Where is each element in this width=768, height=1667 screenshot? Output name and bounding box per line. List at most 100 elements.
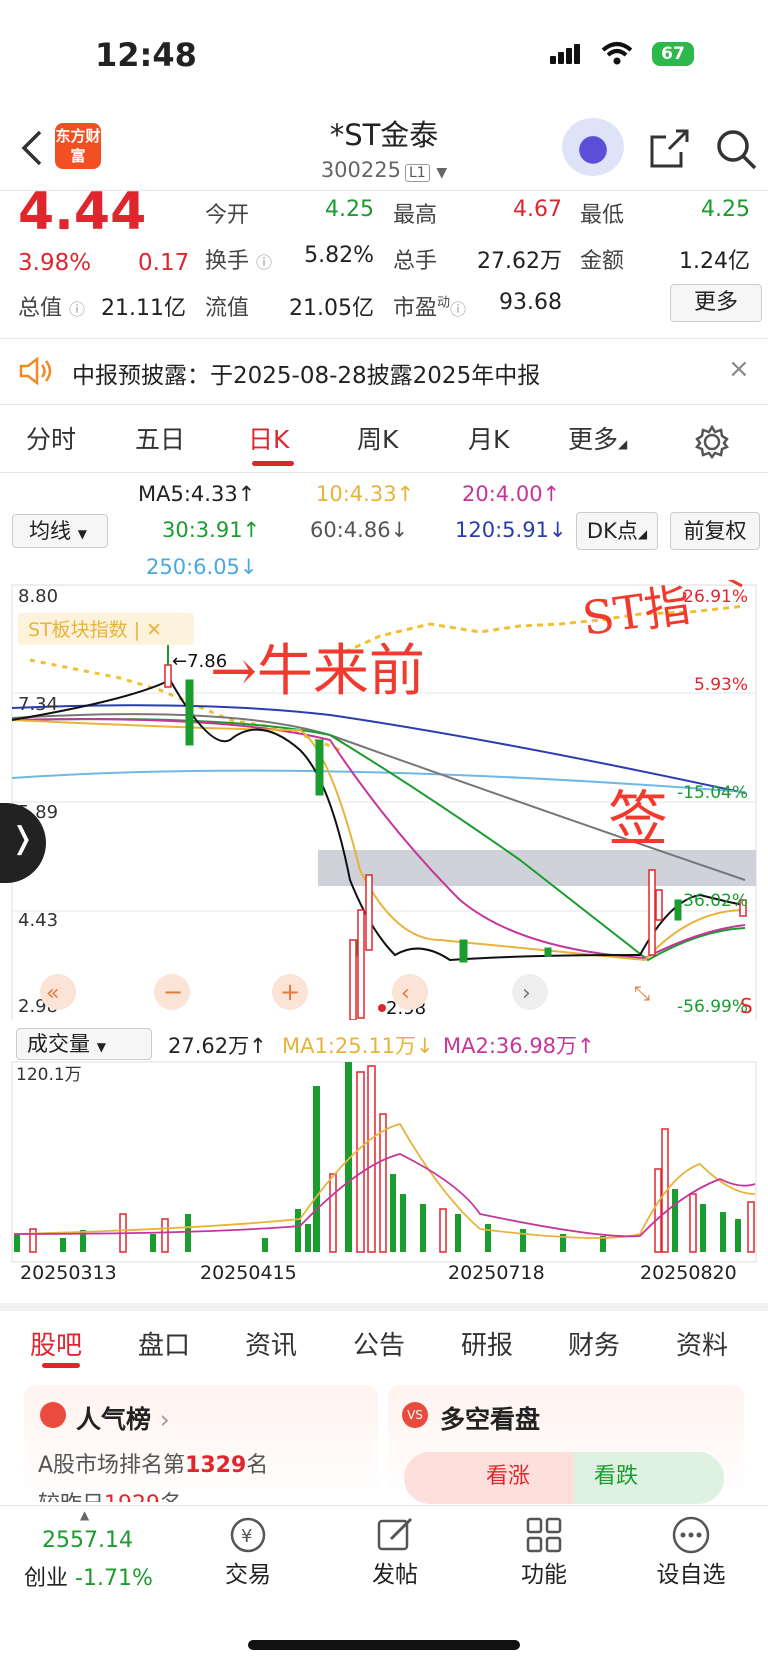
notice-text: 中报预披露：于2025-08-28披露2025年中报	[72, 363, 541, 389]
open-label: 今开	[205, 203, 250, 228]
fullscreen-icon[interactable]: ⤡	[634, 981, 650, 1005]
tab-five-day[interactable]: 五日	[135, 420, 185, 456]
zoom-in-icon[interactable]: +	[280, 978, 300, 1006]
pe-label: 市盈动ⓘ	[393, 295, 467, 321]
rewind-icon[interactable]: «	[46, 981, 59, 1006]
annotation-sign: 签	[608, 785, 668, 855]
ma10-label: 10:4.33↑	[316, 482, 415, 506]
function-grid-icon[interactable]	[524, 1515, 564, 1555]
bull-label: 看涨	[486, 1464, 531, 1489]
ma60-label: 60:4.86↓	[310, 518, 409, 542]
signal-icon	[550, 44, 582, 64]
high-value: 4.67	[513, 197, 562, 222]
post-icon[interactable]	[375, 1515, 417, 1555]
ma5-label: MA5:4.33↑	[138, 482, 256, 506]
tab-underline	[252, 461, 294, 466]
volume-chart[interactable]: 120.1万	[0, 1054, 768, 1264]
low-label: 最低	[580, 203, 625, 228]
index-value[interactable]: 2557.14	[42, 1528, 133, 1553]
sell-marker: S	[740, 994, 753, 1018]
candles	[185, 679, 682, 963]
amount-value: 1.24亿	[679, 249, 750, 274]
date-label-1: 20250415	[200, 1262, 297, 1284]
more-button[interactable]: 更多	[670, 284, 762, 322]
sentiment-title: 多空看盘	[440, 1405, 541, 1434]
volume-value: 27.62万	[477, 249, 562, 274]
y-label-0: 8.80	[18, 586, 58, 607]
dk-button[interactable]: DK点◢	[576, 512, 658, 550]
ma30-label: 30:3.91↑	[162, 518, 261, 542]
search-icon[interactable]	[715, 128, 759, 172]
nav-function[interactable]: 功能	[499, 1555, 589, 1589]
resistance-zone	[318, 850, 756, 886]
chevron-down-icon: ▼	[436, 165, 448, 181]
ma20-label: 20:4.00↑	[462, 482, 561, 506]
volume-max-label: 120.1万	[16, 1065, 82, 1085]
pe-value: 93.68	[499, 290, 562, 315]
scroll-right-icon[interactable]: ›	[522, 981, 531, 1006]
settings-gear-icon[interactable]	[694, 424, 730, 460]
popularity-rank-text: A股市场排名第1329名	[38, 1453, 269, 1478]
share-icon[interactable]	[648, 128, 690, 170]
info-icon: ⓘ	[256, 253, 273, 272]
float-value: 21.05亿	[289, 296, 374, 321]
speaker-icon	[19, 356, 52, 386]
zoom-out-icon[interactable]: −	[163, 978, 183, 1006]
caret-up-icon: ▲	[80, 1508, 90, 1522]
float-label: 流值	[205, 296, 250, 321]
tab-research[interactable]: 研报	[461, 1325, 513, 1362]
tab-forum[interactable]: 股吧	[30, 1325, 82, 1362]
scroll-left-icon[interactable]: ‹	[401, 981, 410, 1006]
stock-code: 300225	[320, 158, 401, 182]
tab-intraday[interactable]: 分时	[26, 420, 76, 456]
level-badge: L1	[404, 164, 430, 182]
change-percent: 3.98%	[18, 250, 92, 276]
tab-orderbook[interactable]: 盘口	[138, 1325, 190, 1362]
ma-select[interactable]: 均线 ▼	[12, 514, 108, 548]
date-label-2: 20250718	[448, 1262, 545, 1284]
amount-label: 金额	[580, 249, 625, 274]
tab-profile[interactable]: 资料	[676, 1325, 728, 1362]
tab-monthly-k[interactable]: 月K	[468, 420, 509, 456]
close-icon[interactable]: ×	[728, 354, 750, 384]
tab-daily-k[interactable]: 日K	[248, 420, 289, 456]
nav-post[interactable]: 发帖	[350, 1555, 440, 1589]
adjust-button[interactable]: 前复权	[670, 512, 760, 550]
current-price: 4.44	[18, 182, 147, 242]
pct-label-3: -36.02%	[677, 891, 748, 911]
tab-weekly-k[interactable]: 周K	[357, 420, 398, 456]
wifi-icon	[601, 42, 633, 65]
info-icon: ⓘ	[450, 300, 467, 319]
annotation-st-index: ST指	[579, 580, 694, 646]
turnover-value: 5.82%	[304, 243, 374, 268]
sector-index-tag[interactable]: ST板块指数 | ✕	[28, 619, 162, 641]
home-indicator	[248, 1640, 520, 1650]
index-name[interactable]: 创业 -1.71%	[24, 1560, 153, 1592]
watchlist-icon[interactable]	[670, 1515, 712, 1555]
pct-label-1: 5.93%	[694, 675, 748, 695]
pct-label-4: -56.99%	[677, 997, 748, 1017]
nav-add-watchlist[interactable]: 设自选	[646, 1555, 736, 1589]
tab-finance[interactable]: 财务	[568, 1325, 620, 1362]
popularity-prev-text: 较昨日1929名	[38, 1486, 182, 1502]
assistant-robot-icon[interactable]	[562, 118, 624, 176]
turnover-label: 换手 ⓘ	[205, 249, 273, 274]
pct-label-2: -15.04%	[677, 783, 748, 803]
high-label: 最高	[393, 203, 438, 228]
bottom-tab-underline	[42, 1363, 80, 1368]
ma250-label: 250:6.05↓	[146, 555, 258, 579]
trade-icon[interactable]: ¥	[225, 1515, 271, 1555]
tab-announcements[interactable]: 公告	[353, 1325, 405, 1362]
mcap-label: 总值 ⓘ	[18, 296, 86, 321]
ma120-label: 120:5.91↓	[455, 518, 567, 542]
volume-label: 总手	[393, 249, 438, 274]
y-label-3: 4.43	[18, 910, 58, 931]
kline-chart[interactable]: 8.80 7.34 5.89 4.43 2.98 26.91% 5.93% -1…	[0, 580, 768, 1020]
popularity-title: 人气榜 ›	[76, 1405, 170, 1434]
tab-more[interactable]: 更多◢	[568, 420, 627, 456]
svg-text:¥: ¥	[241, 1526, 252, 1547]
low-value: 4.25	[701, 197, 750, 222]
nav-trade[interactable]: 交易	[203, 1555, 293, 1589]
annotation-bull: →牛来前	[210, 639, 425, 704]
tab-news[interactable]: 资讯	[245, 1325, 297, 1362]
